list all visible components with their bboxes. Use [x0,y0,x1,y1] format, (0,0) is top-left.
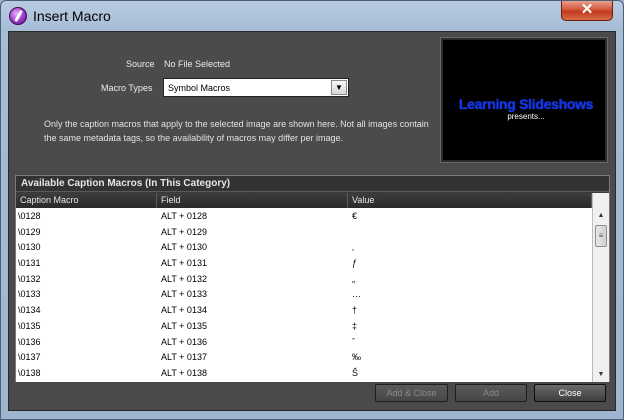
field-cell: ALT + 0128 [161,211,207,221]
macro-types-label: Macro Types [101,83,153,93]
dropdown-arrow-icon[interactable]: ▼ [331,80,347,95]
caption-macro-cell: \0136 [18,336,41,347]
caption-macro-cell: \0129 [18,226,41,237]
close-button[interactable]: Close [534,384,606,402]
macro-types-select[interactable]: Symbol Macros ▼ [163,78,349,97]
caption-macro-cell: \0130 [18,242,41,253]
scroll-down-arrow-icon[interactable]: ▼ [593,368,609,382]
value-cell: „ [352,273,355,284]
scroll-thumb[interactable]: ≡ [595,225,607,247]
caption-macro-cell: \0137 [18,352,41,363]
window-close-button[interactable]: ✕ [561,1,613,21]
preview-subtitle: presents... [507,112,545,121]
value-cell: † [352,305,358,316]
scroll-up-arrow-icon[interactable]: ▲ [593,209,609,223]
table-row[interactable]: \0132 ALT + 0132 „ [16,271,592,287]
field-cell: ALT + 0134 [161,305,207,316]
caption-macro-cell: \0131 [18,258,41,269]
field-cell: ALT + 0132 [161,273,207,284]
insert-macro-window: Insert Macro ✕ Source No File Selected M… [0,0,624,420]
field-cell: ALT + 0133 [161,289,207,300]
macro-table-body: \0128 ALT + 0128 € \0129 ALT + 0129 \0130 ALT … [16,208,592,382]
source-value: No File Selected [164,59,231,69]
button-bar: Add & Close Add Close [9,384,615,410]
table-row[interactable]: \0131 ALT + 0131 ƒ [16,255,592,271]
panel-title: Available Caption Macros (In This Catego… [16,176,609,192]
table-row[interactable]: \0135 ALT + 0135 ‡ [16,318,592,334]
caption-macro-cell: \0135 [18,320,41,331]
caption-macro-cell: \0128 [18,211,41,221]
field-cell: ALT + 0138 [161,367,207,378]
column-header-caption-macro[interactable]: Caption Macro [16,193,157,208]
field-cell: ALT + 0131 [161,258,207,269]
title-bar[interactable]: Insert Macro ✕ [1,1,623,31]
table-row[interactable]: \0128 ALT + 0128 € [16,208,592,224]
column-header-field[interactable]: Field [157,193,348,208]
source-label: Source [126,59,155,69]
table-row[interactable]: \0136 ALT + 0136 ˆ [16,334,592,350]
field-cell: ALT + 0136 [161,336,207,347]
value-cell: Š [352,367,359,378]
field-cell: ALT + 0135 [161,320,207,331]
column-header-value[interactable]: Value [348,193,592,208]
field-cell: ALT + 0129 [161,226,207,237]
preview-title: Learning Slideshows [458,96,594,112]
value-cell: ˆ [352,336,355,347]
table-header: Caption Macro Field Value [16,193,592,208]
table-row[interactable]: \0134 ALT + 0134 † [16,302,592,318]
value-cell: ƒ [352,258,358,269]
value-cell: ‡ [352,320,358,331]
caption-macro-cell: \0133 [18,289,41,300]
table-row[interactable]: \0130 ALT + 0130 ‚ [16,239,592,255]
value-cell: ‰ [352,352,361,363]
table-row[interactable]: \0129 ALT + 0129 [16,224,592,240]
caption-macro-cell: \0138 [18,367,41,378]
table-scrollbar[interactable]: ▲ ≡ ▼ [592,193,609,382]
dialog-body: Source No File Selected Macro Types Symb… [8,31,616,411]
table-row[interactable]: \0138 ALT + 0138 Š [16,365,592,381]
image-preview: Learning Slideshows presents... [440,37,608,163]
table-row[interactable]: \0133 ALT + 0133 … [16,286,592,302]
value-cell: ‚ [352,242,354,253]
value-cell: … [352,289,361,300]
add-button[interactable]: Add [455,384,527,402]
table-row[interactable]: \0137 ALT + 0137 ‰ [16,349,592,365]
settings-area: Source No File Selected Macro Types Symb… [9,32,615,169]
field-cell: ALT + 0137 [161,352,207,363]
caption-macro-cell: \0132 [18,273,41,284]
macro-types-selected-value: Symbol Macros [168,83,231,93]
app-logo-icon [9,7,27,25]
window-title: Insert Macro [33,8,111,24]
caption-macro-cell: \0134 [18,305,41,316]
caption-macros-panel: Available Caption Macros (In This Catego… [15,175,610,382]
add-and-close-button[interactable]: Add & Close [375,384,448,402]
info-text: Only the caption macros that apply to th… [44,119,429,143]
field-cell: ALT + 0130 [161,242,207,253]
value-cell: € [352,211,358,221]
